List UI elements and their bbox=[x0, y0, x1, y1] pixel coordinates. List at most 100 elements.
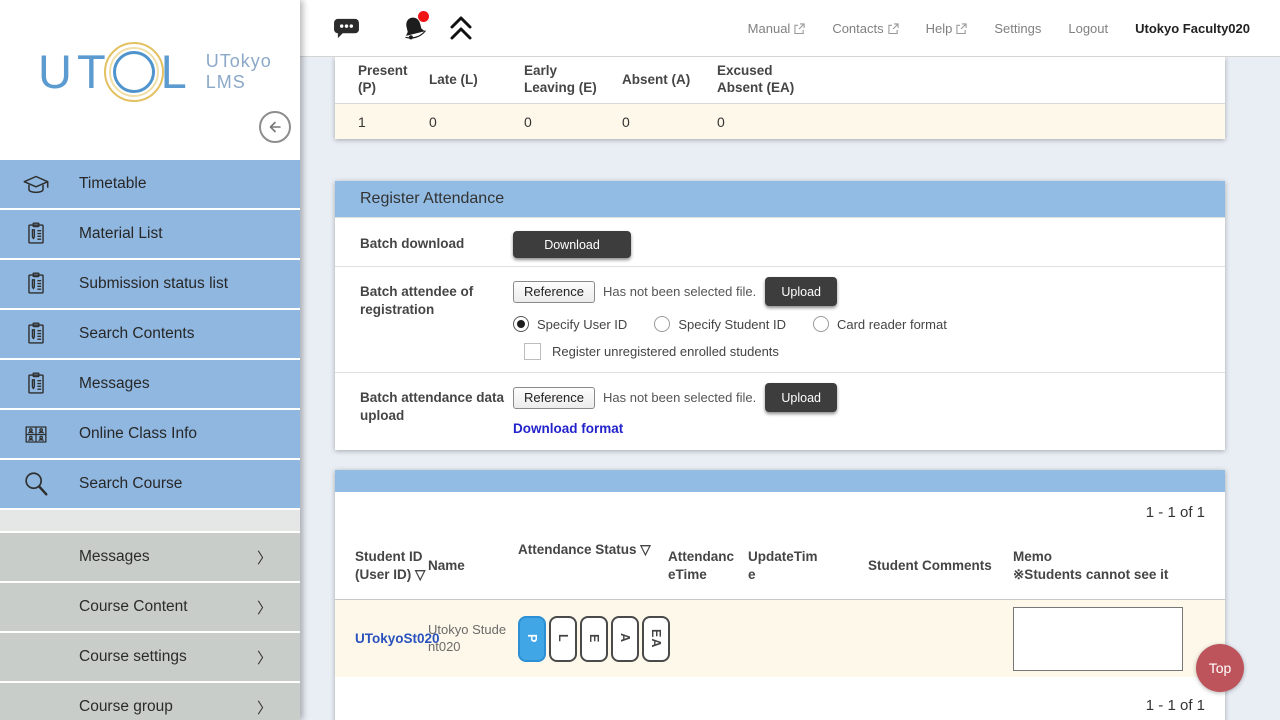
status-button-early-leaving[interactable]: E bbox=[580, 616, 608, 662]
contacts-link[interactable]: Contacts bbox=[832, 21, 898, 36]
main-content: Present (P) Late (L) Early Leaving (E) A… bbox=[300, 57, 1280, 720]
sidebar-sub-menu: Messages 〉 Course Content 〉 Course setti… bbox=[0, 533, 300, 720]
double-chevron-up-icon bbox=[448, 15, 474, 41]
student-row: UTokyoSt020 Utokyo Student020 P L E A EA bbox=[335, 600, 1225, 677]
batch-download-row: Batch download Download bbox=[335, 217, 1225, 266]
topbar-links: Manual Contacts Help Settings Logout Uto… bbox=[748, 21, 1280, 36]
people-grid-icon bbox=[21, 419, 51, 449]
radio-card-reader-format[interactable]: Card reader format bbox=[813, 316, 947, 332]
batch-data-upload-row: Batch attendance data upload Reference H… bbox=[335, 372, 1225, 450]
arrow-left-icon bbox=[266, 118, 284, 136]
chat-bubble-icon bbox=[333, 17, 360, 40]
status-button-present[interactable]: P bbox=[518, 616, 546, 662]
notifications-button[interactable] bbox=[400, 14, 428, 42]
student-id-link[interactable]: UTokyoSt020 bbox=[355, 631, 440, 646]
col-update-time: UpdateTime bbox=[748, 532, 868, 599]
status-button-late[interactable]: L bbox=[549, 616, 577, 662]
external-link-icon bbox=[794, 23, 805, 34]
summary-col-present: Present (P) bbox=[335, 63, 429, 97]
chat-button[interactable] bbox=[333, 17, 360, 40]
radio-icon[interactable] bbox=[813, 316, 829, 332]
sidebar-main-menu: Timetable Material List Submission statu… bbox=[0, 160, 300, 508]
sidebar-item-search-course[interactable]: Search Course bbox=[0, 460, 300, 508]
collapse-header-button[interactable] bbox=[448, 15, 474, 41]
clipboard-icon bbox=[21, 319, 51, 349]
student-table-header: Student ID (User ID) ▽ Name Attendance S… bbox=[335, 532, 1225, 600]
summary-header-row: Present (P) Late (L) Early Leaving (E) A… bbox=[335, 57, 1225, 104]
reference-button[interactable]: Reference bbox=[513, 281, 595, 303]
topbar: Manual Contacts Help Settings Logout Uto… bbox=[300, 0, 1280, 57]
clipboard-icon bbox=[21, 219, 51, 249]
early-leaving-count: 0 bbox=[524, 114, 622, 130]
summary-col-excused-absent: Excused Absent (EA) bbox=[717, 63, 877, 97]
absent-count: 0 bbox=[622, 114, 717, 130]
sidebar-collapse-button[interactable] bbox=[259, 111, 291, 143]
batch-attendee-row: Batch attendee of registration Reference… bbox=[335, 266, 1225, 372]
sidebar-item-course-group[interactable]: Course group 〉 bbox=[0, 683, 300, 720]
sidebar-item-search-contents[interactable]: Search Contents bbox=[0, 310, 300, 358]
summary-col-early-leaving: Early Leaving (E) bbox=[524, 63, 622, 97]
reference-button[interactable]: Reference bbox=[513, 387, 595, 409]
download-format-link[interactable]: Download format bbox=[513, 421, 623, 436]
clipboard-icon bbox=[21, 269, 51, 299]
register-attendance-section: Register Attendance Batch download Downl… bbox=[335, 181, 1225, 450]
radio-specify-student-id[interactable]: Specify Student ID bbox=[654, 316, 786, 332]
manual-link[interactable]: Manual bbox=[748, 21, 806, 36]
sidebar-item-submission-status-list[interactable]: Submission status list bbox=[0, 260, 300, 308]
memo-textarea[interactable] bbox=[1013, 607, 1183, 671]
utol-logo: UT L UTokyo LMS bbox=[38, 44, 272, 99]
logo-text-l: L bbox=[161, 44, 192, 99]
sidebar: UT L UTokyo LMS Timetable Material List … bbox=[0, 0, 300, 720]
list-header-bar bbox=[335, 470, 1225, 492]
magnifier-icon bbox=[21, 469, 51, 499]
summary-values-row: 1 0 0 0 0 bbox=[335, 104, 1225, 139]
scroll-to-top-button[interactable]: Top bbox=[1196, 644, 1244, 692]
upload-button[interactable]: Upload bbox=[765, 277, 837, 306]
upload-button[interactable]: Upload bbox=[765, 383, 837, 412]
id-format-radio-group: Specify User ID Specify Student ID Card … bbox=[513, 316, 1225, 332]
radio-icon[interactable] bbox=[513, 316, 529, 332]
sidebar-divider bbox=[0, 510, 300, 531]
col-name: Name bbox=[428, 532, 518, 599]
chevron-right-icon: 〉 bbox=[257, 547, 272, 568]
help-link[interactable]: Help bbox=[926, 21, 968, 36]
register-unregistered-checkbox[interactable] bbox=[524, 343, 541, 360]
sidebar-item-material-list[interactable]: Material List bbox=[0, 210, 300, 258]
present-count: 1 bbox=[335, 114, 429, 130]
sidebar-item-messages-sub[interactable]: Messages 〉 bbox=[0, 533, 300, 581]
student-name: Utokyo Student020 bbox=[428, 622, 513, 656]
notification-badge bbox=[418, 11, 429, 22]
register-attendance-title: Register Attendance bbox=[335, 181, 1225, 217]
student-comments-value bbox=[868, 600, 1013, 677]
sidebar-item-messages[interactable]: Messages bbox=[0, 360, 300, 408]
col-attendance-time: AttendanceTime bbox=[668, 532, 748, 599]
logo-text-ut: UT bbox=[38, 44, 111, 99]
radio-specify-user-id[interactable]: Specify User ID bbox=[513, 316, 627, 332]
radio-icon[interactable] bbox=[654, 316, 670, 332]
attendance-summary-table: Present (P) Late (L) Early Leaving (E) A… bbox=[335, 57, 1225, 139]
sidebar-item-online-class-info[interactable]: Online Class Info bbox=[0, 410, 300, 458]
col-attendance-status[interactable]: Attendance Status ▽ bbox=[518, 532, 668, 599]
chevron-right-icon: 〉 bbox=[257, 597, 272, 618]
settings-link[interactable]: Settings bbox=[994, 21, 1041, 36]
chevron-right-icon: 〉 bbox=[257, 647, 272, 668]
attendance-status-buttons: P L E A EA bbox=[518, 616, 670, 662]
username-label: Utokyo Faculty020 bbox=[1135, 21, 1250, 36]
download-button[interactable]: Download bbox=[513, 231, 631, 258]
col-student-id[interactable]: Student ID (User ID) ▽ bbox=[335, 532, 428, 599]
status-button-excused-absent[interactable]: EA bbox=[642, 616, 670, 662]
logout-link[interactable]: Logout bbox=[1068, 21, 1108, 36]
batch-download-label: Batch download bbox=[335, 218, 513, 266]
sidebar-item-course-content[interactable]: Course Content 〉 bbox=[0, 583, 300, 631]
batch-data-upload-label: Batch attendance data upload bbox=[335, 373, 513, 450]
no-file-text: Has not been selected file. bbox=[603, 284, 756, 299]
col-memo: Memo※Students cannot see it bbox=[1013, 532, 1225, 599]
logo-subtitle: UTokyo LMS bbox=[206, 51, 272, 92]
sidebar-item-timetable[interactable]: Timetable bbox=[0, 160, 300, 208]
late-count: 0 bbox=[429, 114, 524, 130]
pagination-bottom: 1 - 1 of 1 bbox=[335, 677, 1225, 720]
col-student-comments: Student Comments bbox=[868, 532, 1013, 599]
status-button-absent[interactable]: A bbox=[611, 616, 639, 662]
sidebar-item-course-settings[interactable]: Course settings 〉 bbox=[0, 633, 300, 681]
graduation-cap-icon bbox=[21, 169, 51, 199]
